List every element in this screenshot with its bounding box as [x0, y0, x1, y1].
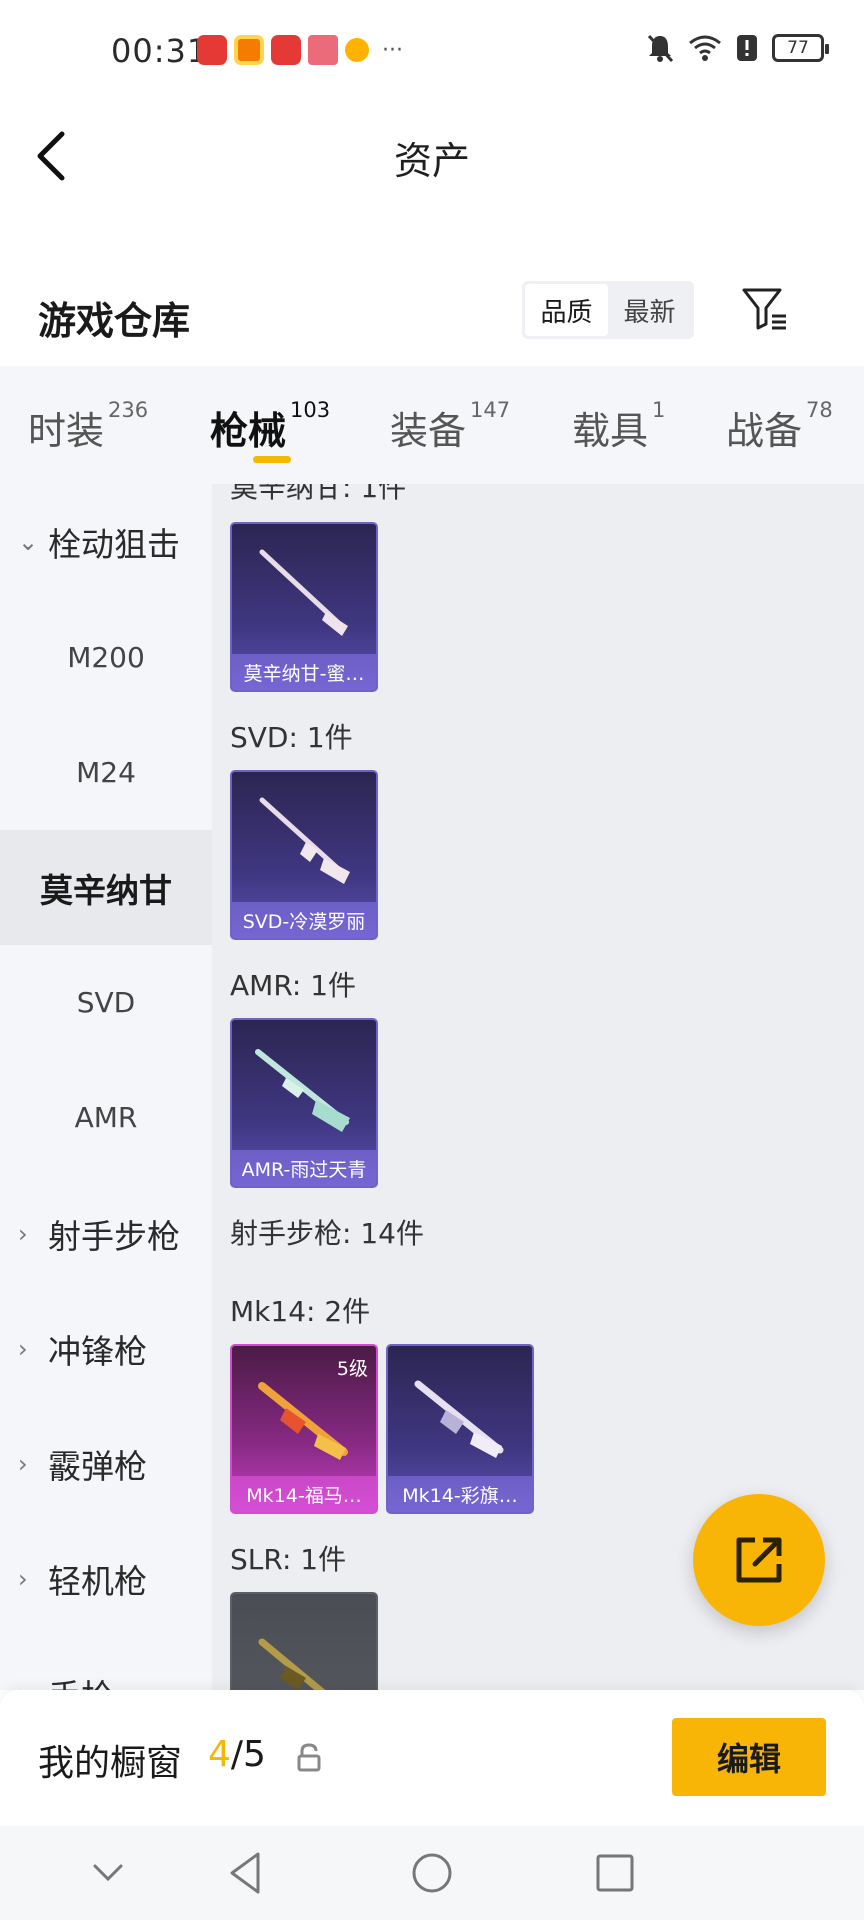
rifle-icon: [258, 1638, 326, 1690]
nav-back-icon[interactable]: [220, 1846, 274, 1900]
rifle-icon: [259, 797, 350, 884]
game-app-icon: [345, 38, 369, 62]
group-label-svd: SVD: 1件: [230, 721, 353, 754]
showcase-total: /5: [230, 1734, 266, 1775]
showcase-bar: 我的橱窗 4/5 编辑: [0, 1690, 864, 1826]
sidebar-item-marksman-rifle[interactable]: › 射手步枪: [0, 1176, 212, 1291]
sidebar-item-pistol[interactable]: › 手枪: [0, 1636, 212, 1691]
weapon-card[interactable]: SVD-冷漠罗丽: [230, 770, 378, 940]
share-icon: [736, 1537, 782, 1583]
wifi-icon: [689, 35, 721, 61]
group-label-amr: AMR: 1件: [230, 969, 357, 1002]
mute-icon: [647, 34, 674, 63]
sidebar-item-shotgun[interactable]: › 霰弹枪: [0, 1406, 212, 1521]
weapon-card-name: Mk14-福马…: [232, 1476, 376, 1512]
sidebar-item-smg[interactable]: › 冲锋枪: [0, 1291, 212, 1406]
sort-by-quality[interactable]: 品质: [525, 284, 608, 336]
chevron-right-icon: ›: [18, 1564, 28, 1593]
chevron-right-icon: ›: [18, 1334, 28, 1363]
sidebar-item-m200[interactable]: M200: [0, 600, 212, 715]
weapon-card-name: Mk14-彩旗…: [388, 1476, 532, 1512]
showcase-label: 我的橱窗: [38, 1743, 183, 1784]
huawei-mall-icon: [197, 35, 227, 65]
tab-vehicles[interactable]: 载具 1: [572, 398, 665, 455]
chevron-right-icon: ›: [18, 1449, 28, 1478]
group-label-marksman: 射手步枪: 14件: [230, 1217, 424, 1250]
tab-firearms[interactable]: 枪械 103: [210, 398, 330, 455]
weapon-card[interactable]: [230, 1592, 378, 1690]
nav-home-icon[interactable]: [405, 1846, 459, 1900]
system-icons: 77: [646, 33, 829, 63]
weapon-card-name: 莫辛纳甘-蜜…: [232, 654, 376, 690]
sidebar-item-svd[interactable]: SVD: [0, 945, 212, 1060]
chevron-right-icon: ›: [18, 1219, 28, 1248]
sidebar-item-mosin-nagant[interactable]: 莫辛纳甘: [0, 830, 212, 945]
sort-by-newest[interactable]: 最新: [608, 284, 691, 336]
chevron-right-icon: ›: [18, 1680, 28, 1691]
weapon-type-sidebar: ⌄ 栓动狙击 M200 M24 莫辛纳甘 SVD AMR › 射手步枪 › 冲锋…: [0, 484, 212, 1690]
chevron-down-icon: ⌄: [18, 527, 39, 556]
sort-toggle: 品质 最新: [522, 281, 694, 339]
group-label-mk14: Mk14: 2件: [230, 1295, 371, 1328]
sidebar-item-amr[interactable]: AMR: [0, 1060, 212, 1175]
hide-nav-chevron-icon[interactable]: [81, 1846, 135, 1900]
rifle-icon: [414, 1380, 504, 1458]
battery-level: 77: [787, 38, 809, 58]
category-tabs: 时装 236 枪械 103 装备 147 载具 1 战备 78: [0, 366, 864, 484]
active-tab-indicator: [253, 456, 291, 463]
showcase-current: 4: [208, 1734, 231, 1775]
weapon-card[interactable]: 莫辛纳甘-蜜…: [230, 522, 378, 692]
gift-icon: [308, 35, 338, 65]
group-label-slr: SLR: 1件: [230, 1543, 347, 1576]
battery-icon: 77: [772, 34, 829, 62]
system-nav-bar: [0, 1826, 864, 1920]
rifle-icon: [259, 549, 348, 636]
status-time: 00:31: [111, 32, 209, 70]
share-fab-button[interactable]: [693, 1494, 825, 1626]
tab-equipment[interactable]: 装备 147: [390, 398, 510, 455]
rifle-icon: [258, 1382, 348, 1460]
edit-button[interactable]: 编辑: [672, 1718, 826, 1796]
sidebar-item-lmg[interactable]: › 轻机枪: [0, 1521, 212, 1636]
weapon-card-name: AMR-雨过天青: [232, 1150, 376, 1186]
lock-icon: [297, 1743, 321, 1772]
sidebar-item-bolt-action-sniper[interactable]: ⌄ 栓动狙击: [0, 484, 212, 599]
warehouse-title: 游戏仓库: [38, 299, 191, 343]
page-title: 资产: [393, 139, 470, 183]
tab-supplies[interactable]: 战备 78: [726, 398, 833, 455]
alert-icon: [737, 35, 757, 61]
app-header: 资产: [0, 104, 864, 204]
status-bar: 00:31 ··· 77: [0, 0, 864, 104]
app-notification-icon: [234, 35, 264, 65]
more-notifications: ···: [382, 37, 403, 63]
group-label-mosin: 莫辛纳甘: 1件: [230, 484, 407, 504]
notification-icons: ···: [197, 35, 403, 65]
weapon-card[interactable]: Mk14-彩旗…: [386, 1344, 534, 1514]
weapon-card-name: SVD-冷漠罗丽: [232, 902, 376, 938]
nav-recents-icon[interactable]: [588, 1846, 642, 1900]
weapon-card[interactable]: 5级 Mk14-福马…: [230, 1344, 378, 1514]
weapon-card[interactable]: AMR-雨过天青: [230, 1018, 378, 1188]
sniper-rifle-icon: [255, 1049, 350, 1132]
showcase-count: 4/5: [208, 1734, 266, 1775]
sidebar-item-m24[interactable]: M24: [0, 715, 212, 830]
huawei-mall-icon: [271, 35, 301, 65]
filter-icon[interactable]: [740, 284, 790, 334]
tab-fashion[interactable]: 时装 236: [28, 398, 148, 455]
